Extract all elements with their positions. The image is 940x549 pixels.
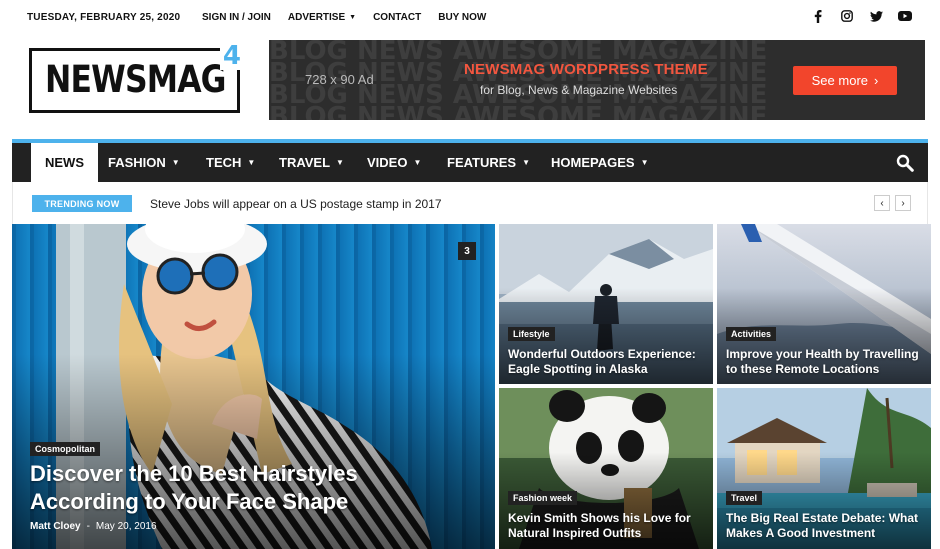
advertise-menu[interactable]: ADVERTISE ▼: [288, 12, 356, 23]
nav-item-fashion[interactable]: FASHION ▼: [94, 143, 194, 182]
nav-item-label: FEATURES: [447, 155, 517, 170]
chevron-down-icon: ▼: [336, 158, 344, 167]
see-more-button[interactable]: See more ›: [793, 66, 897, 95]
chevron-right-icon: ›: [901, 197, 905, 209]
ad-subtitle: for Blog, News & Magazine Websites: [480, 83, 678, 97]
post-card[interactable]: Activities Improve your Health by Travel…: [717, 224, 931, 384]
chevron-down-icon: ▼: [522, 158, 531, 167]
trending-bar: TRENDING NOW Steve Jobs will appear on a…: [12, 182, 928, 224]
nav-item-tech[interactable]: TECH ▼: [192, 143, 269, 182]
nav-item-label: HOMEPAGES: [551, 155, 635, 170]
chevron-right-icon: ›: [874, 73, 879, 88]
nav-item-label: NEWS: [45, 155, 84, 170]
buy-now-link[interactable]: BUY NOW: [438, 12, 486, 23]
nav-item-video[interactable]: VIDEO ▼: [353, 143, 435, 182]
post-card[interactable]: Travel The Big Real Estate Debate: What …: [717, 388, 931, 549]
site-logo[interactable]: NEWSMAG 4: [29, 42, 244, 113]
meta-separator: -: [86, 521, 90, 532]
author-name[interactable]: Matt Cloey: [30, 521, 81, 532]
chevron-down-icon: ▼: [171, 158, 180, 167]
nav-item-news[interactable]: NEWS: [31, 143, 98, 182]
trending-next-button[interactable]: ›: [895, 195, 911, 211]
post-card[interactable]: Lifestyle Wonderful Outdoors Experience:…: [499, 224, 713, 384]
contact-link[interactable]: CONTACT: [373, 12, 421, 23]
chevron-down-icon: ▼: [349, 14, 357, 21]
trending-headline[interactable]: Steve Jobs will appear on a US postage s…: [150, 197, 442, 211]
post-date: May 20, 2016: [95, 521, 157, 532]
post-title[interactable]: The Big Real Estate Debate: What Makes A…: [726, 511, 926, 541]
post-meta: Matt Cloey - May 20, 2016: [30, 521, 157, 532]
nav-item-label: FASHION: [108, 155, 166, 170]
ad-size-label: 728 x 90 Ad: [305, 72, 374, 87]
trending-badge: TRENDING NOW: [32, 195, 132, 212]
comment-count[interactable]: 3: [458, 242, 476, 260]
top-bar: TUESDAY, FEBRUARY 25, 2020 SIGN IN / JOI…: [0, 0, 940, 34]
social-links: [811, 9, 912, 23]
see-more-label: See more: [811, 73, 869, 88]
category-tag[interactable]: Fashion week: [508, 491, 578, 505]
chevron-down-icon: ▼: [413, 158, 422, 167]
category-tag[interactable]: Cosmopolitan: [30, 442, 100, 456]
logo-word: NEWSMAG: [45, 58, 226, 101]
advertise-label: ADVERTISE: [287, 12, 346, 23]
facebook-icon[interactable]: [811, 9, 825, 23]
ad-banner[interactable]: BLOG NEWS AWESOME MAGAZINE BLOG NEWS AWES…: [269, 40, 925, 120]
category-tag[interactable]: Travel: [726, 491, 763, 505]
trending-prev-button[interactable]: ‹: [874, 195, 890, 211]
nav-item-homepages[interactable]: HOMEPAGES ▼: [537, 143, 662, 182]
instagram-icon[interactable]: [840, 9, 854, 23]
twitter-icon[interactable]: [869, 9, 883, 23]
youtube-icon[interactable]: [898, 9, 912, 23]
nav-item-label: TRAVEL: [279, 155, 331, 170]
nav-item-label: TECH: [206, 155, 242, 170]
current-date: TUESDAY, FEBRUARY 25, 2020: [27, 12, 181, 23]
post-title[interactable]: Kevin Smith Shows his Love for Natural I…: [508, 511, 708, 541]
chevron-down-icon: ▼: [247, 158, 256, 167]
featured-post[interactable]: 3 Cosmopolitan Discover the 10 Best Hair…: [12, 224, 495, 549]
nav-item-travel[interactable]: TRAVEL ▼: [265, 143, 358, 182]
category-tag[interactable]: Activities: [726, 327, 777, 341]
sign-in-join-link[interactable]: SIGN IN / JOIN: [202, 12, 271, 23]
featured-title[interactable]: Discover the 10 Best Hairstyles Accordin…: [30, 460, 410, 516]
category-tag[interactable]: Lifestyle: [508, 327, 555, 341]
ad-title: NEWSMAG WORDPRESS THEME: [464, 61, 708, 78]
main-navigation: NEWS FASHION ▼ TECH ▼ TRAVEL ▼ VIDEO ▼ FEATU…: [12, 139, 928, 182]
logo-number: 4: [219, 42, 244, 70]
post-title[interactable]: Improve your Health by Travelling to the…: [726, 347, 926, 377]
post-card[interactable]: Fashion week Kevin Smith Shows his Love …: [499, 388, 713, 549]
top-menu: SIGN IN / JOIN ADVERTISE ▼ CONTACT BUY NO…: [202, 12, 503, 23]
post-title[interactable]: Wonderful Outdoors Experience: Eagle Spo…: [508, 347, 708, 377]
nav-item-features[interactable]: FEATURES ▼: [433, 143, 544, 182]
chevron-left-icon: ‹: [880, 197, 884, 209]
search-icon[interactable]: [896, 154, 914, 172]
nav-item-label: VIDEO: [367, 155, 408, 170]
chevron-down-icon: ▼: [640, 158, 649, 167]
